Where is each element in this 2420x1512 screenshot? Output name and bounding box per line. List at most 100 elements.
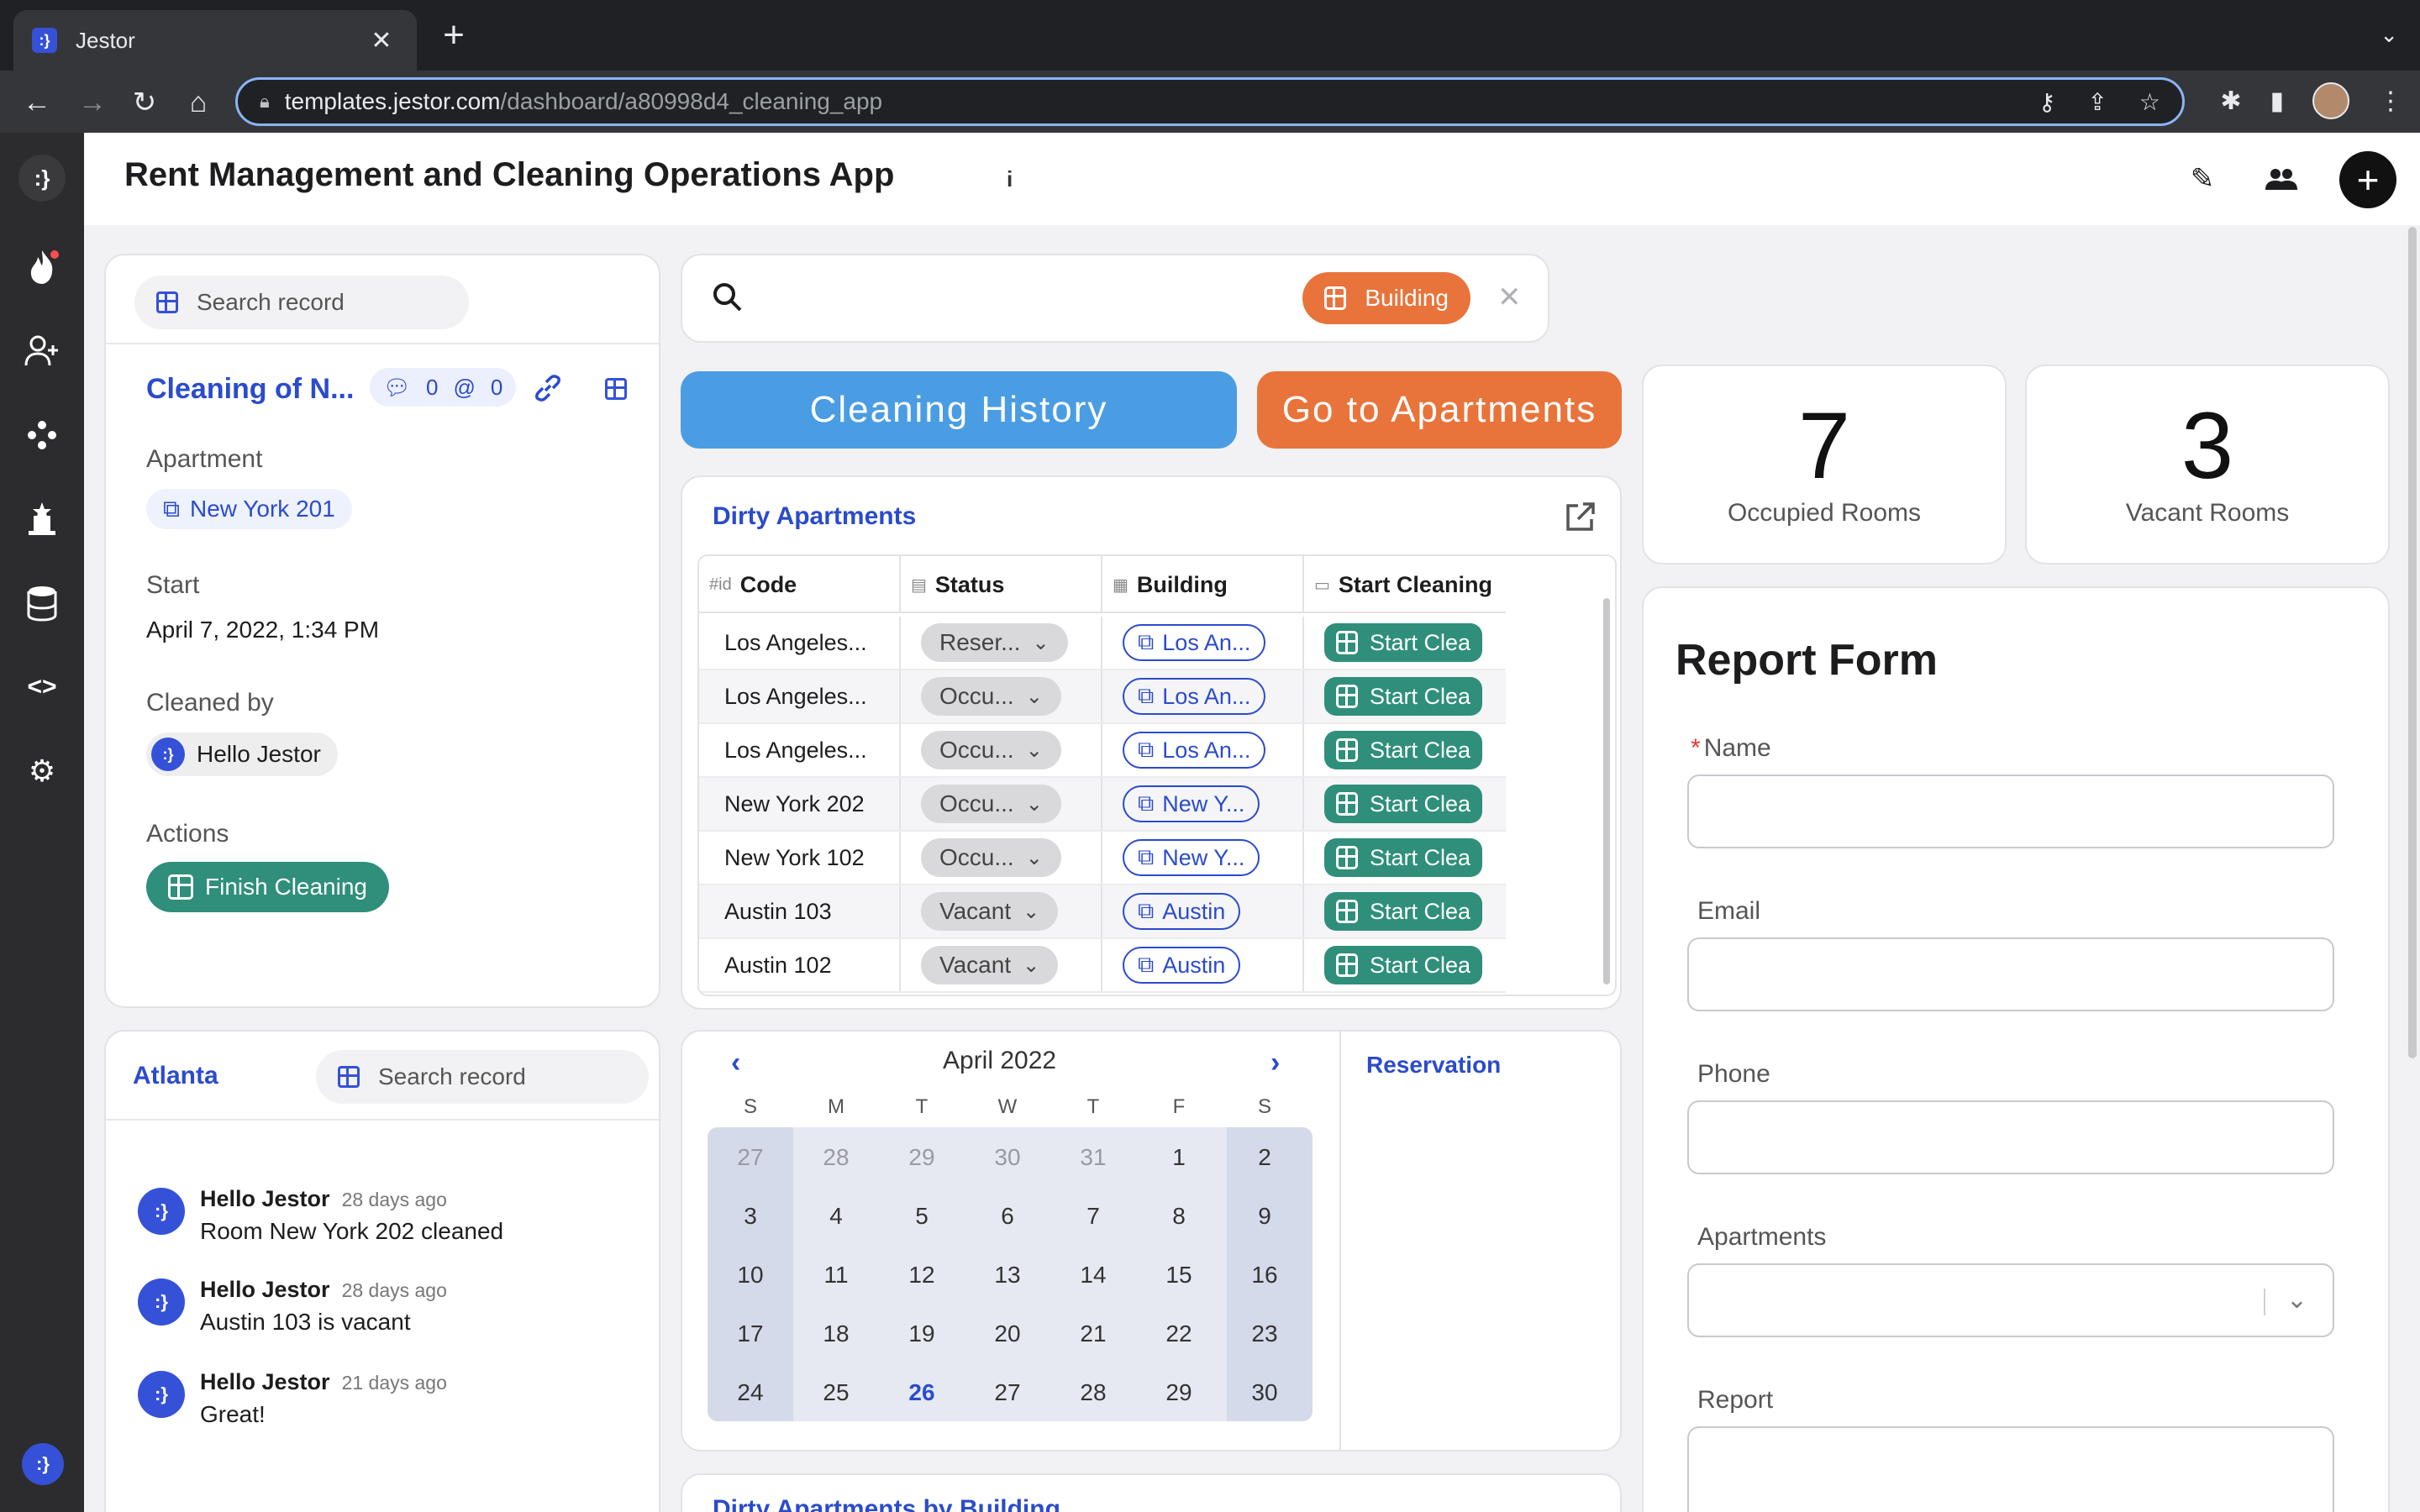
cell-building[interactable]: ⧉ Los An... bbox=[1102, 617, 1304, 669]
status-select[interactable]: Vacant ⌄ bbox=[921, 946, 1059, 984]
calendar-day[interactable]: 23 bbox=[1222, 1320, 1307, 1347]
status-select[interactable]: Occu... ⌄ bbox=[921, 677, 1061, 716]
calendar-day[interactable]: 24 bbox=[708, 1379, 793, 1406]
finish-cleaning-button[interactable]: Finish Cleaning bbox=[146, 862, 389, 912]
table-row[interactable]: New York 102 Occu... ⌄ ⧉ New Y... Start Clea bbox=[699, 832, 1506, 885]
cell-building[interactable]: ⧉ Los An... bbox=[1102, 724, 1304, 776]
cell-building[interactable]: ⧉ New Y... bbox=[1102, 778, 1304, 830]
status-select[interactable]: Occu... ⌄ bbox=[921, 731, 1061, 769]
key-icon[interactable]: ⚷ bbox=[2039, 88, 2056, 116]
side-panel-icon[interactable]: ▮ bbox=[2270, 87, 2284, 116]
cell-start-cleaning[interactable]: Start Clea bbox=[1304, 778, 1506, 830]
code-icon[interactable]: <> bbox=[22, 667, 62, 707]
start-cleaning-button[interactable]: Start Clea bbox=[1324, 838, 1482, 877]
cell-start-cleaning[interactable]: Start Clea bbox=[1304, 885, 1506, 937]
cell-code[interactable]: Los Angeles... bbox=[699, 670, 901, 722]
calendar-day[interactable]: 5 bbox=[879, 1203, 965, 1230]
table-row[interactable]: Los Angeles... Occu... ⌄ ⧉ Los An... Start Cl… bbox=[699, 724, 1506, 778]
cell-start-cleaning[interactable]: Start Clea bbox=[1304, 724, 1506, 776]
calendar-day[interactable]: 10 bbox=[708, 1262, 793, 1289]
table-row[interactable]: Los Angeles... Reser... ⌄ ⧉ Los An... Start C… bbox=[699, 617, 1506, 670]
calendar-day[interactable]: 9 bbox=[1222, 1203, 1307, 1230]
cell-code[interactable]: New York 102 bbox=[699, 832, 901, 884]
table-row[interactable]: New York 202 Occu... ⌄ ⧉ New Y... Start Clea bbox=[699, 778, 1506, 832]
building-link-chip[interactable]: ⧉ New Y... bbox=[1123, 785, 1260, 822]
calendar-day[interactable]: 22 bbox=[1136, 1320, 1222, 1347]
calendar-day[interactable]: 14 bbox=[1050, 1262, 1136, 1289]
column-header-code[interactable]: #id Code bbox=[699, 556, 901, 613]
calendar-day[interactable]: 8 bbox=[1136, 1203, 1222, 1230]
calendar-day[interactable]: 15 bbox=[1136, 1262, 1222, 1289]
page-scrollbar[interactable] bbox=[2408, 227, 2417, 1058]
calendar-day[interactable]: 11 bbox=[793, 1262, 879, 1289]
phone-input[interactable] bbox=[1687, 1100, 2334, 1174]
calendar-day[interactable]: 1 bbox=[1136, 1144, 1222, 1171]
cell-building[interactable]: ⧉ Austin bbox=[1102, 885, 1304, 937]
calendar-day[interactable]: 17 bbox=[708, 1320, 793, 1347]
calendar-day[interactable]: 30 bbox=[1222, 1379, 1307, 1406]
calendar-day[interactable]: 28 bbox=[793, 1144, 879, 1171]
database-icon[interactable] bbox=[22, 583, 62, 623]
clear-filter-icon[interactable]: ✕ bbox=[1497, 281, 1522, 314]
cell-status[interactable]: Occu... ⌄ bbox=[901, 832, 1102, 884]
address-bar[interactable]: 🔒︎ templates.jestor.com/dashboard/a80998… bbox=[235, 77, 2185, 126]
calendar-day[interactable]: 26 bbox=[879, 1379, 965, 1406]
atlanta-search-input[interactable]: Search record bbox=[316, 1050, 649, 1104]
home-icon[interactable]: ⌂ bbox=[180, 84, 217, 121]
start-cleaning-button[interactable]: Start Clea bbox=[1324, 785, 1482, 823]
new-tab-icon[interactable]: + bbox=[435, 17, 472, 54]
table-row[interactable]: Austin 103 Vacant ⌄ ⧉ Austin Start Clea bbox=[699, 885, 1506, 939]
back-icon[interactable]: ← bbox=[18, 84, 55, 121]
table-scrollbar[interactable] bbox=[1603, 598, 1610, 984]
calendar-day[interactable]: 12 bbox=[879, 1262, 965, 1289]
extensions-icon[interactable]: ✱ bbox=[2220, 87, 2241, 116]
calendar-day[interactable]: 2 bbox=[1222, 1144, 1307, 1171]
start-cleaning-button[interactable]: Start Clea bbox=[1324, 946, 1482, 984]
column-header-building[interactable]: ▦ Building bbox=[1102, 556, 1304, 613]
status-select[interactable]: Occu... ⌄ bbox=[921, 785, 1061, 823]
cleaned-by-user-chip[interactable]: :} Hello Jestor bbox=[146, 732, 338, 776]
calendar-day[interactable]: 31 bbox=[1050, 1144, 1136, 1171]
start-cleaning-button[interactable]: Start Clea bbox=[1324, 623, 1482, 662]
tab-search-chevron-icon[interactable]: ⌄ bbox=[2380, 22, 2398, 48]
calendar-day[interactable]: 29 bbox=[879, 1144, 965, 1171]
share-icon[interactable]: ⇪ bbox=[2087, 88, 2107, 116]
link-icon[interactable] bbox=[533, 373, 563, 411]
building-filter-chip[interactable]: Building bbox=[1302, 272, 1470, 324]
start-cleaning-button[interactable]: Start Clea bbox=[1324, 731, 1482, 769]
calendar-day[interactable]: 7 bbox=[1050, 1203, 1136, 1230]
info-icon[interactable]: i bbox=[1007, 166, 1013, 192]
cell-code[interactable]: Los Angeles... bbox=[699, 617, 901, 669]
tab-close-icon[interactable]: ✕ bbox=[365, 26, 398, 55]
column-header-status[interactable]: ▤ Status bbox=[901, 556, 1102, 613]
cell-status[interactable]: Vacant ⌄ bbox=[901, 939, 1102, 991]
table-view-icon[interactable] bbox=[605, 378, 627, 400]
calendar-day[interactable]: 3 bbox=[708, 1203, 793, 1230]
calendar-day[interactable]: 29 bbox=[1136, 1379, 1222, 1406]
status-select[interactable]: Vacant ⌄ bbox=[921, 892, 1059, 931]
profile-avatar[interactable] bbox=[2312, 82, 2349, 119]
browser-tab[interactable]: :} Jestor ✕ bbox=[13, 10, 417, 71]
next-month-icon[interactable]: › bbox=[1270, 1047, 1280, 1079]
report-textarea[interactable] bbox=[1687, 1426, 2334, 1512]
global-search-bar[interactable]: Building ✕ bbox=[681, 254, 1549, 343]
jestor-logo-icon[interactable]: :} bbox=[18, 155, 66, 202]
record-title[interactable]: Cleaning of N... bbox=[146, 373, 354, 406]
edit-pencil-icon[interactable]: ✎ bbox=[2181, 158, 2223, 200]
cell-status[interactable]: Vacant ⌄ bbox=[901, 885, 1102, 937]
start-cleaning-button[interactable]: Start Clea bbox=[1324, 892, 1482, 931]
calendar-day[interactable]: 19 bbox=[879, 1320, 965, 1347]
cell-status[interactable]: Reser... ⌄ bbox=[901, 617, 1102, 669]
chevron-down-icon[interactable]: ⌄ bbox=[2286, 1285, 2307, 1315]
calendar-day[interactable]: 13 bbox=[965, 1262, 1050, 1289]
chrome-menu-icon[interactable]: ⋮ bbox=[2378, 87, 2403, 116]
cell-start-cleaning[interactable]: Start Clea bbox=[1304, 939, 1506, 991]
building-link-chip[interactable]: ⧉ Los An... bbox=[1123, 678, 1266, 715]
comment-counts[interactable]: 💬︎ 0 @0 bbox=[370, 368, 517, 407]
record-search-input[interactable]: Search record bbox=[134, 276, 469, 329]
cell-code[interactable]: New York 202 bbox=[699, 778, 901, 830]
building-link-chip[interactable]: ⧉ Los An... bbox=[1123, 732, 1266, 769]
calendar-day[interactable]: 21 bbox=[1050, 1320, 1136, 1347]
reload-icon[interactable]: ↻ bbox=[126, 84, 163, 121]
forward-icon[interactable]: → bbox=[74, 84, 111, 121]
